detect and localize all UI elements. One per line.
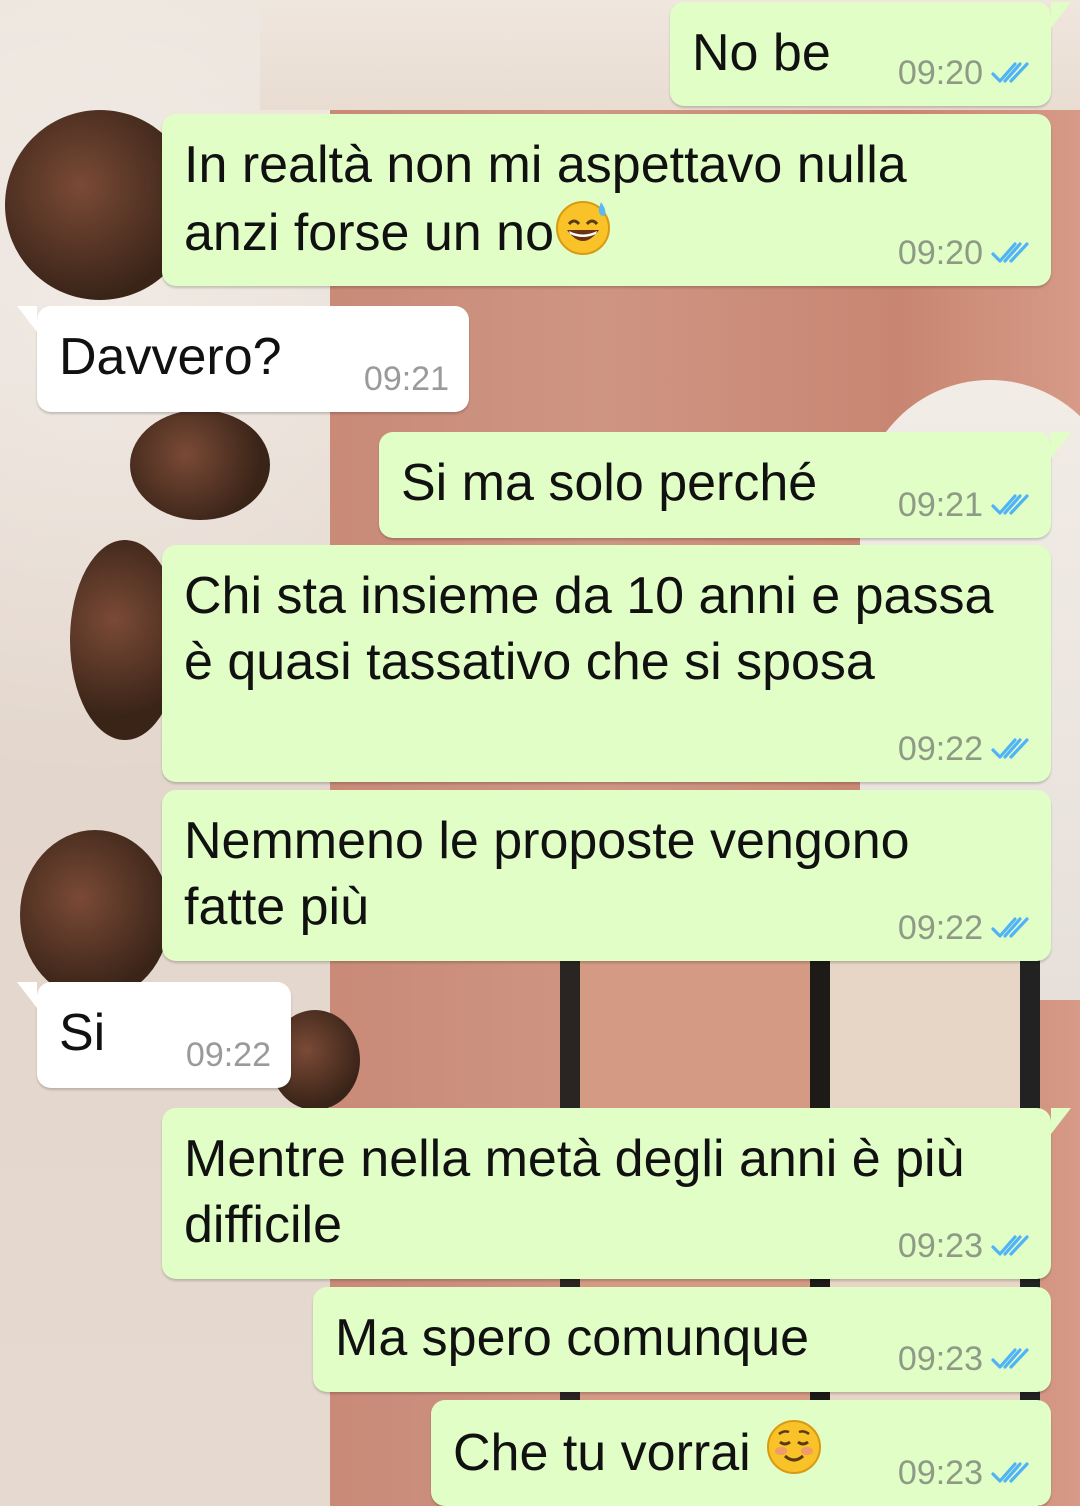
double-check-read-icon bbox=[991, 242, 1029, 263]
message-timestamp: 09:23 bbox=[897, 1454, 983, 1492]
message-timestamp: 09:23 bbox=[897, 1227, 983, 1265]
wallpaper-mask-decoration bbox=[130, 410, 270, 520]
message-text: Chi sta insieme da 10 anni e passa è qua… bbox=[184, 567, 994, 691]
message-timestamp: 09:22 bbox=[897, 909, 983, 947]
double-check-read-icon bbox=[991, 1348, 1029, 1369]
double-check-read-icon bbox=[991, 62, 1029, 83]
message-bubble-outgoing[interactable]: Che tu vorrai 09:23 bbox=[431, 1400, 1051, 1506]
double-check-read-icon bbox=[991, 738, 1029, 759]
message-bubble-outgoing[interactable]: Ma spero comunque 09:23 bbox=[313, 1287, 1051, 1392]
message-meta: 09:23 bbox=[898, 1456, 1031, 1490]
message-bubble-outgoing[interactable]: Si ma solo perché 09:21 bbox=[379, 432, 1071, 538]
message-timestamp: 09:22 bbox=[185, 1036, 271, 1074]
message-meta: 09:21 bbox=[364, 362, 449, 396]
message-timestamp: 09:20 bbox=[897, 54, 983, 92]
message-bubble-outgoing[interactable]: In realtà non mi aspettavo nulla anzi fo… bbox=[162, 114, 1051, 286]
message-bubble-outgoing[interactable]: Chi sta insieme da 10 anni e passa è qua… bbox=[162, 545, 1051, 782]
message-meta: 09:22 bbox=[898, 911, 1031, 945]
message-bubble-outgoing[interactable]: Mentre nella metà degli anni è più diffi… bbox=[162, 1108, 1071, 1279]
message-bubble-incoming[interactable]: Si 09:22 bbox=[17, 982, 291, 1088]
double-check-read-icon bbox=[991, 494, 1029, 515]
message-meta: 09:22 bbox=[186, 1038, 271, 1072]
wallpaper-mask-decoration bbox=[20, 830, 170, 1000]
message-meta: 09:23 bbox=[898, 1229, 1031, 1263]
message-meta: 09:23 bbox=[898, 1342, 1031, 1376]
message-timestamp: 09:23 bbox=[897, 1340, 983, 1378]
message-timestamp: 09:22 bbox=[897, 730, 983, 768]
message-timestamp: 09:20 bbox=[897, 234, 983, 272]
message-timestamp: 09:21 bbox=[897, 486, 983, 524]
message-timestamp: 09:21 bbox=[363, 360, 449, 398]
double-check-read-icon bbox=[991, 1235, 1029, 1256]
message-meta: 09:20 bbox=[898, 56, 1031, 90]
smiling-blush-emoji bbox=[765, 1418, 823, 1492]
grinning-sweat-emoji bbox=[554, 198, 612, 272]
double-check-read-icon bbox=[991, 917, 1029, 938]
message-meta: 09:21 bbox=[898, 488, 1031, 522]
message-bubble-incoming[interactable]: Davvero? 09:21 bbox=[17, 306, 469, 412]
message-bubble-outgoing[interactable]: Nemmeno le proposte vengono fatte più 09… bbox=[162, 790, 1051, 961]
message-meta: 09:22 bbox=[898, 732, 1031, 766]
double-check-read-icon bbox=[991, 1462, 1029, 1483]
message-meta: 09:20 bbox=[898, 236, 1031, 270]
message-bubble-outgoing[interactable]: No be 09:20 bbox=[670, 2, 1071, 106]
